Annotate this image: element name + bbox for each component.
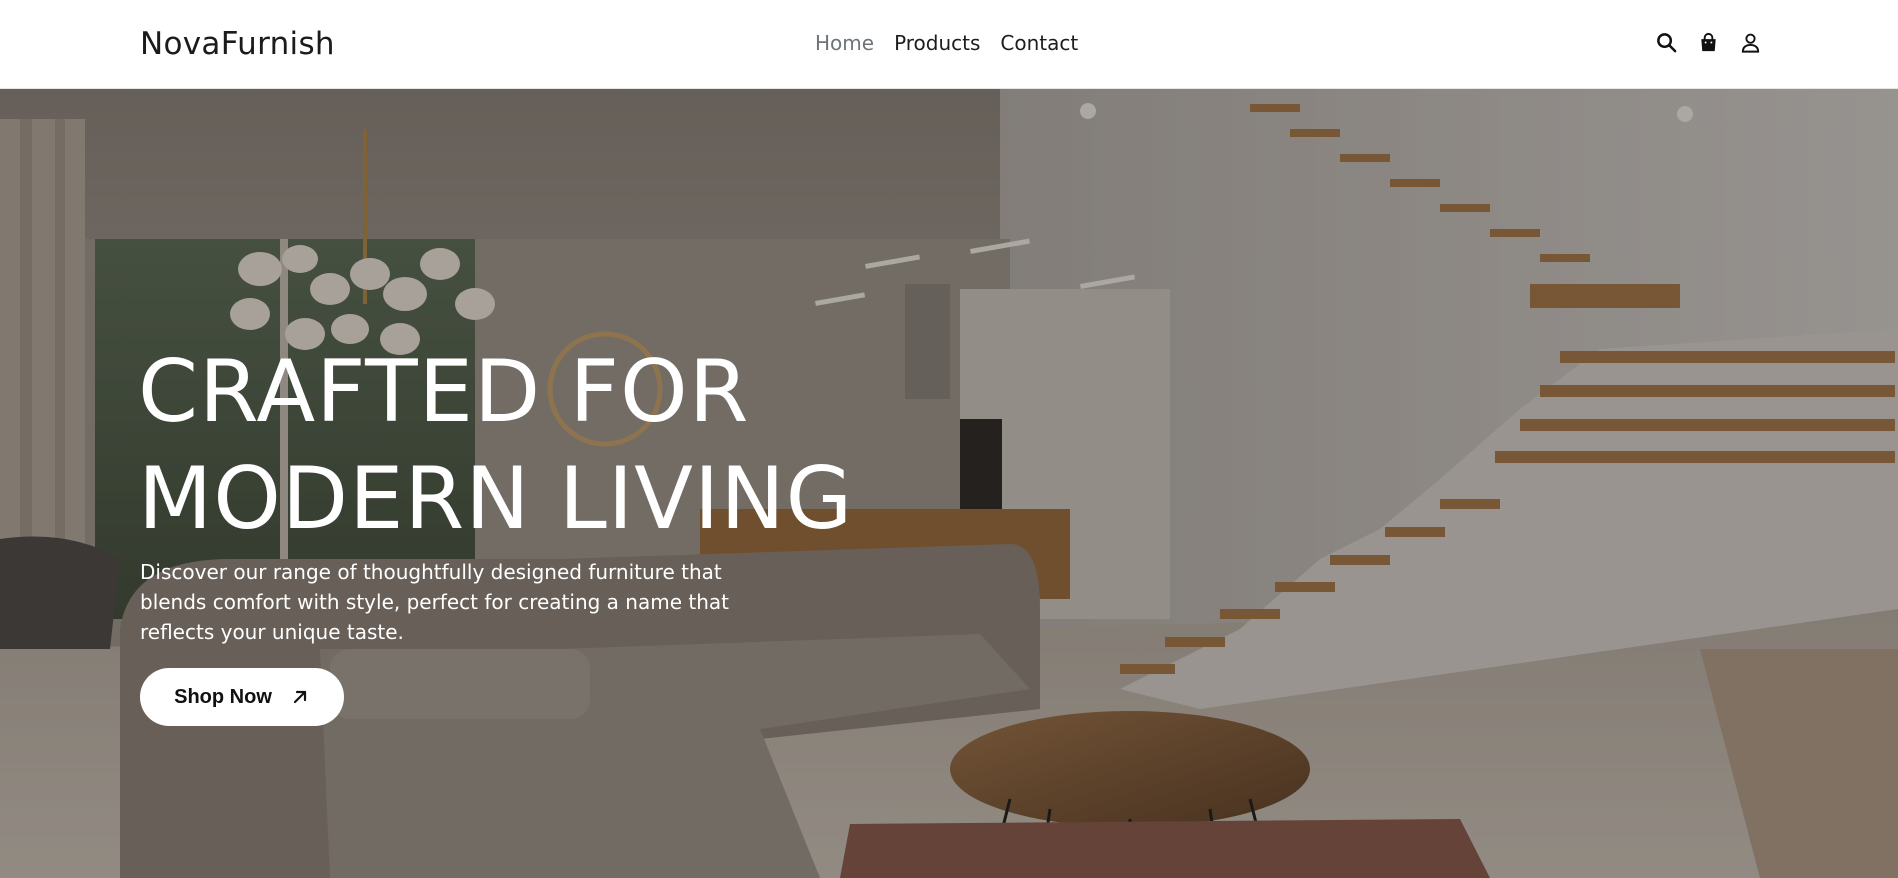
brand-logo[interactable]: NovaFurnish bbox=[140, 26, 335, 62]
arrow-up-right-icon bbox=[290, 687, 310, 707]
nav-link-contact[interactable]: Contact bbox=[1000, 31, 1078, 55]
shop-now-label: Shop Now bbox=[174, 685, 272, 708]
nav-link-home[interactable]: Home bbox=[815, 31, 874, 55]
main-nav: Home Products Contact bbox=[815, 31, 1078, 55]
hero-title: CRAFTED FOR MODERN LIVING bbox=[138, 339, 1038, 553]
shopping-bag-icon[interactable] bbox=[1697, 31, 1720, 54]
hero-section: CRAFTED FOR MODERN LIVING Discover our r… bbox=[0, 89, 1898, 878]
shop-now-button[interactable]: Shop Now bbox=[140, 668, 344, 726]
hero-description: Discover our range of thoughtfully desig… bbox=[140, 560, 729, 644]
user-icon[interactable] bbox=[1739, 31, 1762, 54]
header-actions bbox=[1655, 31, 1762, 54]
nav-link-products[interactable]: Products bbox=[894, 31, 980, 55]
search-icon[interactable] bbox=[1655, 31, 1678, 54]
hero-title-line-2: MODERN LIVING bbox=[138, 449, 854, 549]
site-header: NovaFurnish Home Products Contact bbox=[0, 0, 1898, 89]
hero-title-line-1: CRAFTED FOR bbox=[138, 342, 750, 442]
